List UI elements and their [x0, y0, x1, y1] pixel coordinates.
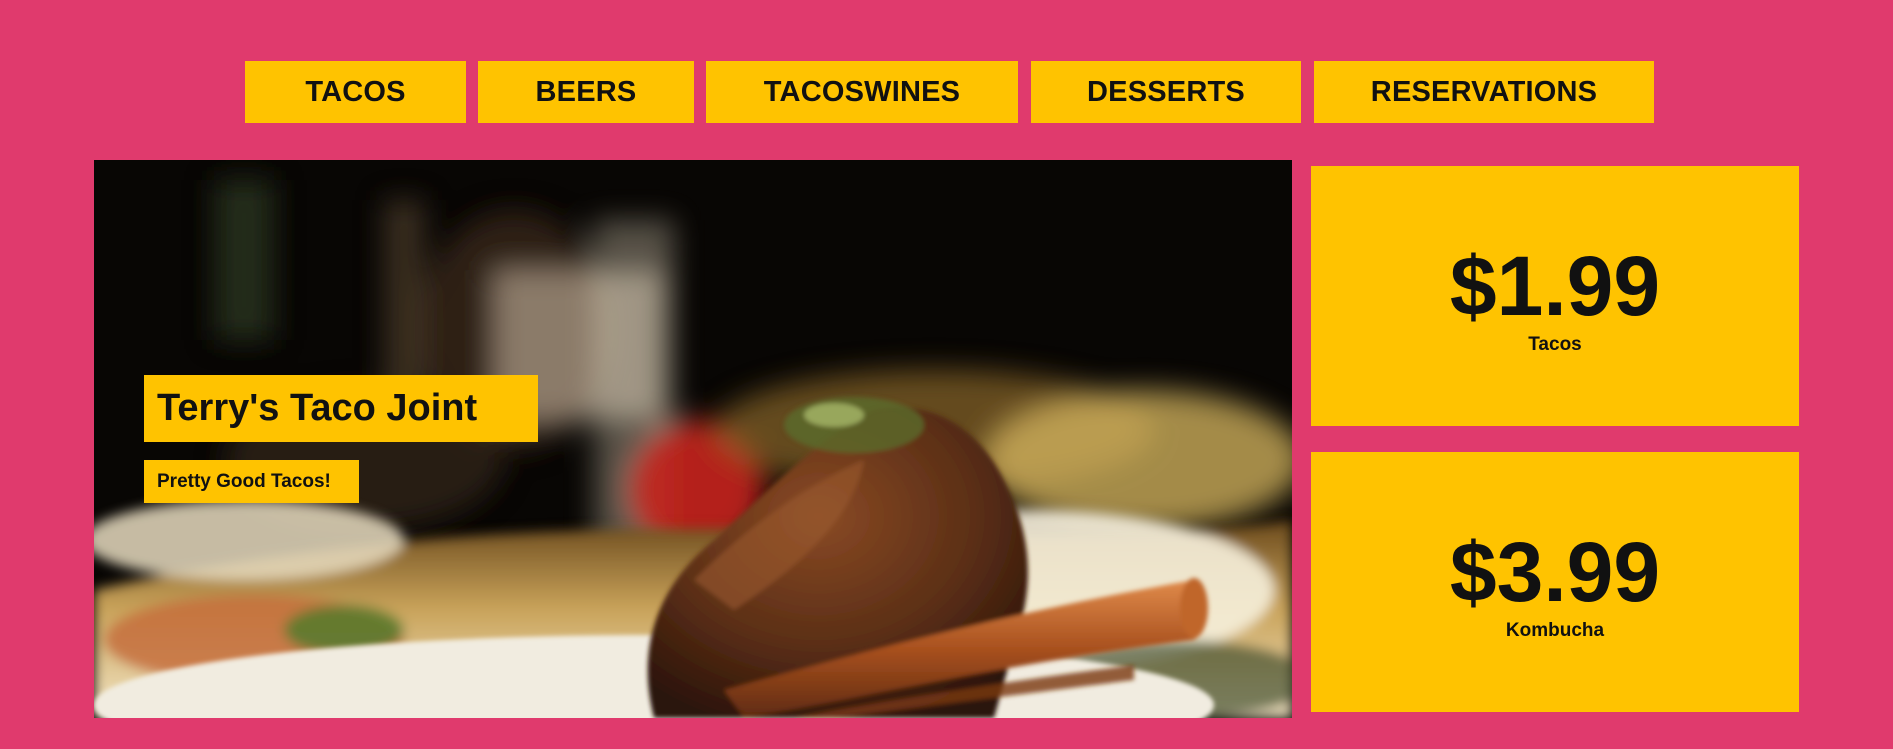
- price-label: Tacos: [1528, 334, 1582, 355]
- hero-subtitle: Pretty Good Tacos!: [144, 460, 359, 503]
- hero-title: Terry's Taco Joint: [144, 375, 538, 442]
- nav-beers-button[interactable]: BEERS: [478, 61, 694, 123]
- nav-reservations-button[interactable]: RESERVATIONS: [1314, 61, 1654, 123]
- price-card-kombucha: $3.99 Kombucha: [1311, 452, 1799, 712]
- price-amount: $3.99: [1449, 525, 1661, 619]
- nav-tacoswines-button[interactable]: TACOSWINES: [706, 61, 1018, 123]
- price-card-tacos: $1.99 Tacos: [1311, 166, 1799, 426]
- nav-desserts-button[interactable]: DESSERTS: [1031, 61, 1301, 123]
- hero-banner: Terry's Taco Joint Pretty Good Tacos!: [94, 160, 1292, 718]
- price-label: Kombucha: [1505, 620, 1605, 641]
- nav-tacos-button[interactable]: TACOS: [245, 61, 466, 123]
- price-amount: $1.99: [1449, 239, 1661, 333]
